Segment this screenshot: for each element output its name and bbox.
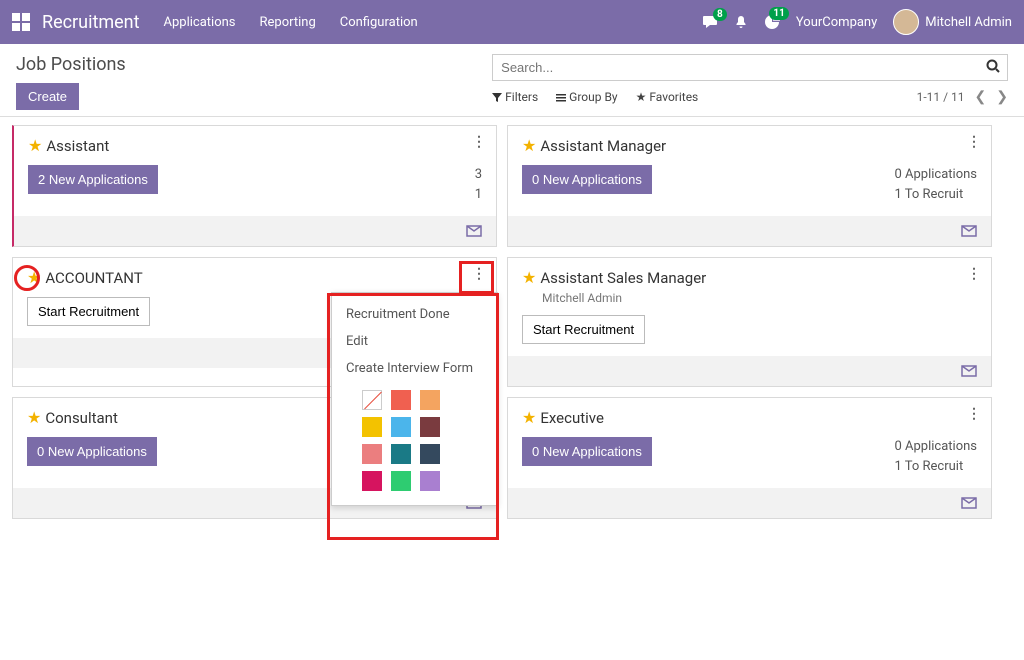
card-dropdown: Recruitment Done Edit Create Interview F… xyxy=(331,292,498,506)
card-title: Assistant xyxy=(46,137,109,155)
user-name: Mitchell Admin xyxy=(925,15,1012,30)
nav-menu: Applications Reporting Configuration xyxy=(164,15,418,30)
nav-applications[interactable]: Applications xyxy=(164,15,236,30)
color-swatch[interactable] xyxy=(391,444,411,464)
card-stats: 31 xyxy=(475,165,482,204)
card-title: Assistant Sales Manager xyxy=(540,269,706,287)
star-icon[interactable]: ★ xyxy=(28,136,42,155)
chat-icon[interactable]: 8 xyxy=(702,15,718,29)
chat-badge: 8 xyxy=(713,8,727,21)
activity-icon[interactable]: 11 xyxy=(764,14,780,30)
topbar-right: 8 11 YourCompany Mitchell Admin xyxy=(702,9,1012,35)
search-icon[interactable] xyxy=(986,59,1000,73)
company-name[interactable]: YourCompany xyxy=(796,15,877,30)
color-swatch[interactable] xyxy=(420,390,440,410)
color-swatch[interactable] xyxy=(362,471,382,491)
card-stats: 0 Applications1 To Recruit xyxy=(894,437,977,476)
color-swatch[interactable] xyxy=(362,417,382,437)
activity-badge: 11 xyxy=(769,7,788,20)
card-title: Consultant xyxy=(45,409,118,427)
card-menu-button[interactable]: ⋮ xyxy=(967,134,981,150)
kanban-card[interactable]: ⋮ ★Assistant Manager 0 New Applications 0 A… xyxy=(507,125,992,247)
groupby-button[interactable]: Group By xyxy=(556,90,617,104)
card-menu-button[interactable]: ⋮ xyxy=(472,134,486,150)
color-picker xyxy=(332,382,497,491)
card-action-button[interactable]: 2 New Applications xyxy=(28,165,158,194)
favorites-button[interactable]: ★ Favorites xyxy=(636,90,699,104)
card-menu-button[interactable]: ⋮ xyxy=(967,266,981,282)
topbar: Recruitment Applications Reporting Confi… xyxy=(0,0,1024,44)
card-title: ACCOUNTANT xyxy=(45,269,142,287)
star-icon[interactable]: ★ xyxy=(522,136,536,155)
card-stats: 0 Applications1 To Recruit xyxy=(894,165,977,204)
pager-next[interactable]: ❯ xyxy=(996,89,1008,105)
card-action-button[interactable]: 0 New Applications xyxy=(522,437,652,466)
search-input[interactable] xyxy=(492,54,1008,81)
kanban-card[interactable]: ⋮ ★Executive 0 New Applications 0 Applicati… xyxy=(507,397,992,519)
color-swatch[interactable] xyxy=(391,390,411,410)
page-title: Job Positions xyxy=(16,54,492,75)
star-icon[interactable]: ★ xyxy=(522,408,536,427)
kanban-card[interactable]: ⋮ ★Assistant Sales Manager Mitchell Admin S… xyxy=(507,257,992,387)
apps-icon[interactable] xyxy=(12,13,30,31)
pager-prev[interactable]: ❮ xyxy=(975,89,987,105)
card-menu-button[interactable]: ⋮ xyxy=(967,406,981,422)
star-icon[interactable]: ★ xyxy=(522,268,536,287)
create-button[interactable]: Create xyxy=(16,83,79,110)
card-footer xyxy=(508,216,991,246)
card-action-button[interactable]: 0 New Applications xyxy=(27,437,157,466)
toolbar: Job Positions Create Filters Group By ★ … xyxy=(0,44,1024,117)
card-footer xyxy=(508,356,991,386)
card-footer xyxy=(14,216,496,246)
color-swatch[interactable] xyxy=(391,417,411,437)
filters-button[interactable]: Filters xyxy=(492,90,538,104)
color-swatch[interactable] xyxy=(420,444,440,464)
card-action-button[interactable]: Start Recruitment xyxy=(27,297,150,326)
avatar xyxy=(893,9,919,35)
kanban-card[interactable]: ⋮ ★Assistant 2 New Applications 31 xyxy=(12,125,497,247)
nav-reporting[interactable]: Reporting xyxy=(260,15,316,30)
color-swatch[interactable] xyxy=(420,471,440,491)
kanban-area: ⋮★Assistant2 New Applications31⋮★Assista… xyxy=(0,117,1024,645)
envelope-icon[interactable] xyxy=(466,225,482,237)
card-menu-button[interactable]: ⋮ xyxy=(472,266,486,282)
color-swatch[interactable] xyxy=(391,471,411,491)
card-title: Assistant Manager xyxy=(540,137,666,155)
dropdown-create-interview[interactable]: Create Interview Form xyxy=(332,355,497,382)
envelope-icon[interactable] xyxy=(961,225,977,237)
dropdown-recruitment-done[interactable]: Recruitment Done xyxy=(332,301,497,328)
bell-icon[interactable] xyxy=(734,15,748,29)
nav-configuration[interactable]: Configuration xyxy=(340,15,418,30)
user-menu[interactable]: Mitchell Admin xyxy=(893,9,1012,35)
pager-text: 1-11 / 11 xyxy=(917,90,965,104)
card-subtext: Mitchell Admin xyxy=(542,291,977,305)
color-swatch[interactable] xyxy=(420,417,440,437)
star-icon[interactable]: ★ xyxy=(27,268,41,287)
card-title: Executive xyxy=(540,409,604,427)
brand-title[interactable]: Recruitment xyxy=(42,12,140,33)
color-swatch[interactable] xyxy=(362,444,382,464)
card-action-button[interactable]: 0 New Applications xyxy=(522,165,652,194)
pager: 1-11 / 11 ❮ ❯ xyxy=(917,89,1008,105)
envelope-icon[interactable] xyxy=(961,365,977,377)
dropdown-edit[interactable]: Edit xyxy=(332,328,497,355)
card-footer xyxy=(508,488,991,518)
color-swatch[interactable] xyxy=(362,390,382,410)
envelope-icon[interactable] xyxy=(961,497,977,509)
star-icon[interactable]: ★ xyxy=(27,408,41,427)
card-action-button[interactable]: Start Recruitment xyxy=(522,315,645,344)
